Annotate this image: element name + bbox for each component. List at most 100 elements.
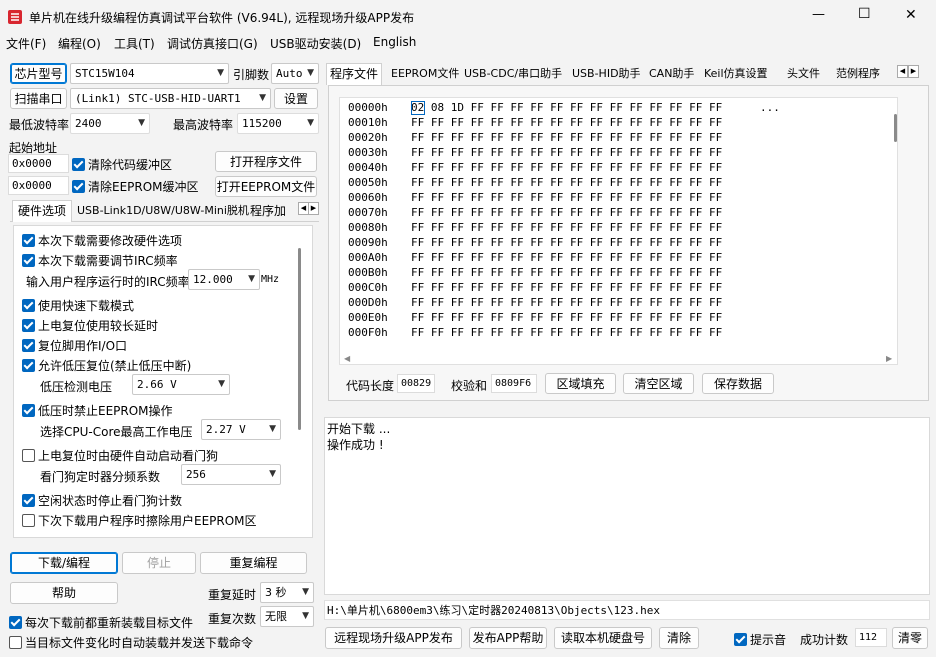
hex-bytes[interactable]: FF FF FF FF FF FF FF FF FF FF FF FF FF F… xyxy=(411,175,722,190)
publish-app-button[interactable]: 远程现场升级APP发布 xyxy=(325,627,462,649)
cpu-voltage-select[interactable]: 2.27 V ▼ xyxy=(201,419,281,440)
save-data-button[interactable]: 保存数据 xyxy=(702,373,774,394)
chevron-down-icon: ▼ xyxy=(307,118,314,128)
hex-bytes[interactable]: FF FF FF FF FF FF FF FF FF FF FF FF FF F… xyxy=(411,250,722,265)
option-fast-download[interactable]: 使用快速下载模式 xyxy=(22,297,134,314)
option-reset-pin-io[interactable]: 复位脚用作I/O口 xyxy=(22,337,127,354)
option-idle-stop-watchdog[interactable]: 空闲状态时停止看门狗计数 xyxy=(22,492,182,509)
hex-bytes[interactable]: FF FF FF FF FF FF FF FF FF FF FF FF FF F… xyxy=(411,145,722,160)
tab-usb-cdc[interactable]: USB-CDC/串口助手 xyxy=(461,64,565,86)
tab-keil-sim[interactable]: Keil仿真设置 xyxy=(701,64,771,86)
hex-bytes[interactable]: FF FF FF FF FF FF FF FF FF FF FF FF FF F… xyxy=(411,220,722,235)
menu-english[interactable]: English xyxy=(373,35,416,49)
hex-bytes[interactable]: FF FF FF FF FF FF FF FF FF FF FF FF FF F… xyxy=(411,310,722,325)
beep-checkbox[interactable]: 提示音 xyxy=(734,631,786,648)
chip-type-button[interactable]: 芯片型号 xyxy=(10,63,67,84)
stop-button[interactable]: 停止 xyxy=(122,552,196,574)
reload-before-download-checkbox[interactable]: 每次下载前都重新装载目标文件 xyxy=(9,614,193,631)
hex-address: 00090h xyxy=(348,236,388,249)
tab-hardware-options[interactable]: 硬件选项 xyxy=(12,200,73,222)
options-scrollbar[interactable] xyxy=(298,248,301,430)
tab-program-file[interactable]: 程序文件 xyxy=(326,63,383,85)
open-program-file-button[interactable]: 打开程序文件 xyxy=(215,151,317,172)
option-hardware-watchdog[interactable]: 上电复位时由硬件自动启动看门狗 xyxy=(22,447,218,464)
port-select[interactable]: (Link1) STC-USB-HID-UART1 ▼ xyxy=(70,88,271,109)
hex-bytes[interactable]: FF FF FF FF FF FF FF FF FF FF FF FF FF F… xyxy=(411,205,722,220)
open-eeprom-file-button[interactable]: 打开EEPROM文件 xyxy=(215,176,317,197)
menu-program[interactable]: 编程(O) xyxy=(58,35,101,52)
tab-usb-link1d[interactable]: USB-Link1D/U8W/U8W-Mini脱机 xyxy=(74,201,252,223)
read-disk-id-button[interactable]: 读取本机硬盘号 xyxy=(554,627,652,649)
maximize-button[interactable]: ☐ xyxy=(858,6,871,22)
hex-bytes[interactable]: FF FF FF FF FF FF FF FF FF FF FF FF FF F… xyxy=(411,190,722,205)
fill-region-button[interactable]: 区域填充 xyxy=(545,373,616,394)
menu-debug[interactable]: 调试仿真接口(G) xyxy=(167,35,258,52)
hex-bytes[interactable]: FF FF FF FF FF FF FF FF FF FF FF FF FF F… xyxy=(411,160,722,175)
download-program-button[interactable]: 下载/编程 xyxy=(10,552,118,574)
tab-can[interactable]: CAN助手 xyxy=(646,64,697,86)
hex-bytes[interactable]: FF FF FF FF FF FF FF FF FF FF FF FF FF F… xyxy=(411,115,722,130)
hex-address: 00030h xyxy=(348,146,388,159)
settings-button[interactable]: 设置 xyxy=(274,88,318,109)
hex-bytes[interactable]: FF FF FF FF FF FF FF FF FF FF FF FF FF F… xyxy=(411,280,722,295)
tab-eeprom-file[interactable]: EEPROM文件 xyxy=(388,64,462,86)
eeprom-start-address[interactable]: 0x0000 xyxy=(8,176,69,195)
min-baud-select[interactable]: 2400 ▼ xyxy=(70,113,150,134)
tab-examples[interactable]: 范例程序 xyxy=(833,64,883,86)
pin-count-select[interactable]: Auto ▼ xyxy=(271,63,319,84)
repeat-delay-select[interactable]: 3 秒 ▼ xyxy=(260,582,314,603)
option-modify-hardware[interactable]: 本次下载需要修改硬件选项 xyxy=(22,232,182,249)
tab-header-file[interactable]: 头文件 xyxy=(784,64,823,86)
menu-tools[interactable]: 工具(T) xyxy=(114,35,155,52)
log-line: 开始下载 ... xyxy=(327,422,391,436)
checkbox-checked-icon xyxy=(734,633,747,646)
hex-bytes[interactable]: FF FF FF FF FF FF FF FF FF FF FF FF FF F… xyxy=(411,325,722,340)
clear-code-buffer-checkbox[interactable]: 清除代码缓冲区 xyxy=(72,156,172,173)
tab-scroll-left-icon[interactable]: ◀ xyxy=(897,65,908,78)
checkbox-checked-icon xyxy=(22,234,35,247)
hex-bytes[interactable]: FF FF FF FF FF FF FF FF FF FF FF FF FF F… xyxy=(411,235,722,250)
help-button[interactable]: 帮助 xyxy=(10,582,118,604)
chip-select[interactable]: STC15W104 ▼ xyxy=(70,63,229,84)
tab-scroll-right-icon[interactable]: ▶ xyxy=(308,202,319,215)
tab-usb-hid[interactable]: USB-HID助手 xyxy=(569,64,644,86)
clear-eeprom-buffer-checkbox[interactable]: 清除EEPROM缓冲区 xyxy=(72,178,199,195)
hex-vertical-scrollbar[interactable] xyxy=(894,114,897,142)
option-low-voltage-reset[interactable]: 允许低压复位(禁止低压中断) xyxy=(22,357,191,374)
irc-frequency-select[interactable]: 12.000 ▼ xyxy=(188,269,260,290)
clear-log-button[interactable]: 清除 xyxy=(659,627,699,649)
minimize-button[interactable]: — xyxy=(812,7,825,22)
code-start-address[interactable]: 0x0000 xyxy=(8,154,69,173)
hex-bytes[interactable]: FF FF FF FF FF FF FF FF FF FF FF FF FF F… xyxy=(411,295,722,310)
option-low-voltage-no-eeprom[interactable]: 低压时禁止EEPROM操作 xyxy=(22,402,173,419)
tab-scroll-right-icon[interactable]: ▶ xyxy=(908,65,919,78)
menu-file[interactable]: 文件(F) xyxy=(6,35,46,52)
repeat-count-select[interactable]: 无限 ▼ xyxy=(260,606,314,627)
scroll-right-icon[interactable]: ▶ xyxy=(886,354,892,363)
hex-address: 00010h xyxy=(348,116,388,129)
menu-usb-driver[interactable]: USB驱动安装(D) xyxy=(270,35,361,52)
option-erase-eeprom[interactable]: 下次下载用户程序时擦除用户EEPROM区 xyxy=(22,512,257,529)
hex-address: 000F0h xyxy=(348,326,388,339)
scan-port-button[interactable]: 扫描串口 xyxy=(10,88,67,109)
output-log[interactable]: 开始下载 ... 操作成功 ! xyxy=(324,417,930,595)
option-adjust-irc[interactable]: 本次下载需要调节IRC频率 xyxy=(22,252,178,269)
clear-region-button[interactable]: 清空区域 xyxy=(623,373,694,394)
max-baud-select[interactable]: 115200 ▼ xyxy=(237,113,319,134)
hex-bytes[interactable]: 02 08 1D FF FF FF FF FF FF FF FF FF FF F… xyxy=(411,100,722,115)
hex-bytes[interactable]: FF FF FF FF FF FF FF FF FF FF FF FF FF F… xyxy=(411,130,722,145)
close-button[interactable]: ✕ xyxy=(905,7,917,23)
hex-bytes[interactable]: FF FF FF FF FF FF FF FF FF FF FF FF FF F… xyxy=(411,265,722,280)
option-long-reset-delay[interactable]: 上电复位使用较长延时 xyxy=(22,317,158,334)
hex-address: 000C0h xyxy=(348,281,388,294)
tab-program-encrypt[interactable]: 程序加 xyxy=(247,201,289,223)
watchdog-prescaler-select[interactable]: 256 ▼ xyxy=(181,464,281,485)
hex-editor[interactable]: 00000h 02 08 1D FF FF FF FF FF FF FF FF F… xyxy=(339,97,898,365)
file-path-bar: H:\单片机\6800em3\练习\定时器20240813\Objects\12… xyxy=(324,600,930,620)
scroll-left-icon[interactable]: ◀ xyxy=(344,354,350,363)
reprogram-button[interactable]: 重复编程 xyxy=(200,552,307,574)
low-voltage-select[interactable]: 2.66 V ▼ xyxy=(132,374,230,395)
clear-count-button[interactable]: 清零 xyxy=(892,627,928,649)
auto-load-on-change-checkbox[interactable]: 当目标文件变化时自动装载并发送下载命令 xyxy=(9,634,253,651)
publish-app-help-button[interactable]: 发布APP帮助 xyxy=(469,627,547,649)
